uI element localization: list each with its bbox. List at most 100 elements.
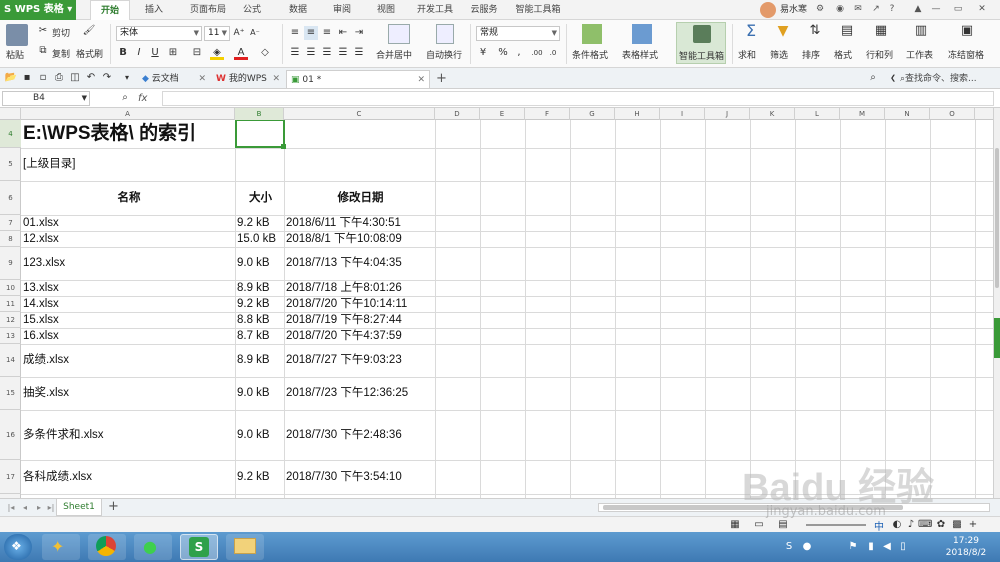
page-break-view-icon[interactable]: ▤ [776, 518, 790, 532]
column-header[interactable]: M [840, 108, 885, 120]
start-button[interactable]: ❖ [4, 534, 32, 560]
cell-grid[interactable]: E:\WPS表格\ 的索引 [上级目录] 名称 大小 修改日期 01.xlsx … [21, 120, 993, 498]
number-format-select[interactable]: 常规 ▼ [476, 26, 560, 41]
align-right-icon[interactable]: ☰ [320, 46, 334, 60]
doc-tab-cloud[interactable]: ◆ 云文档 ✕ [138, 70, 210, 88]
distribute-icon[interactable]: ☰ [352, 46, 366, 60]
search-scope-icon[interactable]: ⌕ [866, 71, 880, 85]
first-sheet-icon[interactable]: |◂ [4, 501, 18, 515]
tray-battery-icon[interactable]: ▯ [896, 540, 910, 554]
zoom-in-icon[interactable]: + [966, 518, 980, 532]
row-header[interactable]: 9 [0, 247, 21, 280]
taskbar-app-wps-spreadsheet[interactable]: S [180, 534, 218, 560]
tab-developer[interactable]: 开发工具 [412, 0, 458, 20]
scrollbar-thumb[interactable] [995, 148, 999, 288]
collapse-ribbon-icon[interactable]: ▲ [912, 3, 924, 15]
row-header[interactable]: 16 [0, 410, 21, 460]
active-cell-selection[interactable] [235, 120, 285, 148]
share-icon[interactable]: ↗ [870, 3, 882, 15]
cut-icon[interactable]: ✂ [36, 24, 50, 38]
freeze-panes-icon[interactable]: ▣ [960, 24, 974, 38]
align-bottom-icon[interactable]: ≡ [320, 26, 334, 40]
tab-home[interactable]: 开始 [90, 0, 130, 20]
file-name-cell[interactable]: 各科成绩.xlsx [21, 460, 92, 494]
zoom-lookup-icon[interactable]: ⌕ [118, 91, 132, 105]
row-header[interactable]: 5 [0, 148, 21, 181]
scrollbar-thumb[interactable] [603, 505, 903, 510]
tray-sogou-icon[interactable]: S [782, 540, 796, 554]
header-name-cell[interactable]: 名称 [21, 181, 235, 215]
tab-cloud-service[interactable]: 云服务 [464, 0, 504, 20]
tab-review[interactable]: 审阅 [326, 0, 358, 20]
file-date-cell[interactable]: 2018/8/1 下午10:08:09 [284, 231, 402, 247]
increase-decimal-icon[interactable]: .00 [530, 46, 544, 60]
column-header[interactable]: E [480, 108, 525, 120]
file-name-cell[interactable]: 12.xlsx [21, 231, 59, 247]
row-column-icon[interactable]: ▦ [874, 24, 888, 38]
taskbar-app-wechat[interactable]: ● [134, 534, 172, 560]
ime-punct-icon[interactable]: ◐ [890, 518, 904, 532]
name-box[interactable]: B4 ▼ [2, 91, 90, 106]
tray-network-icon[interactable]: ▮ [864, 540, 878, 554]
file-date-cell[interactable]: 2018/7/30 下午2:48:36 [284, 410, 402, 460]
taskbar-clock[interactable]: 17:29 2018/8/2 [936, 535, 996, 559]
doc-tab-my-wps[interactable]: W 我的WPS ✕ [212, 70, 284, 88]
quick-access-chevron-icon[interactable]: ▾ [120, 71, 134, 85]
restore-button[interactable]: ▭ [952, 3, 964, 15]
file-date-cell[interactable]: 2018/6/11 下午4:30:51 [284, 215, 401, 231]
column-header[interactable]: K [750, 108, 795, 120]
index-title-cell[interactable]: E:\WPS表格\ 的索引 [21, 120, 196, 148]
file-size-cell[interactable]: 8.8 kB [235, 312, 270, 328]
row-header[interactable]: 12 [0, 312, 21, 328]
table-style-icon[interactable] [632, 24, 652, 44]
font-size-select[interactable]: 11 ▼ [204, 26, 230, 41]
paste-button[interactable]: 粘贴 [6, 48, 24, 61]
align-left-icon[interactable]: ☰ [288, 46, 302, 60]
percent-button[interactable]: % [496, 46, 510, 60]
conditional-format-button[interactable]: 条件格式 [572, 48, 608, 61]
app-menu-button[interactable]: S WPS 表格 ▾ [0, 0, 76, 20]
copy-icon[interactable]: ⧉ [36, 44, 50, 58]
fx-button[interactable]: fx [138, 91, 147, 106]
file-name-cell[interactable]: 成绩.xlsx [21, 344, 69, 377]
file-size-cell[interactable]: 9.2 kB [235, 215, 270, 231]
expand-icon[interactable]: ❮ [886, 71, 900, 85]
format-painter-button[interactable]: 格式刷 [76, 47, 103, 60]
file-size-cell[interactable]: 9.2 kB [235, 460, 270, 494]
file-name-cell[interactable]: 123.xlsx [21, 247, 65, 280]
format-painter-icon[interactable]: 🖌 [82, 24, 96, 38]
wrap-text-button[interactable]: 自动换行 [426, 48, 462, 61]
normal-view-icon[interactable]: ▦ [728, 518, 742, 532]
help-icon[interactable]: ? [886, 3, 898, 15]
side-panel-handle[interactable] [994, 318, 1000, 358]
file-name-cell[interactable]: 01.xlsx [21, 215, 59, 231]
file-date-cell[interactable]: 2018/7/20 下午4:37:59 [284, 328, 402, 344]
tab-view[interactable]: 视图 [370, 0, 402, 20]
file-size-cell[interactable]: 9.0 kB [235, 410, 270, 460]
file-name-cell[interactable]: 14.xlsx [21, 296, 59, 312]
parent-directory-link[interactable]: [上级目录] [21, 148, 75, 181]
paste-icon[interactable] [6, 24, 28, 46]
file-size-cell[interactable]: 15.0 kB [235, 231, 276, 247]
close-icon[interactable]: ✕ [417, 71, 425, 89]
file-date-cell[interactable]: 2018/7/30 下午3:54:10 [284, 460, 402, 494]
taskbar-app-games[interactable]: ✦ [42, 534, 80, 560]
row-header[interactable]: 14 [0, 344, 21, 377]
tray-ime-icon[interactable]: ● [800, 540, 814, 554]
add-sheet-button[interactable]: + [108, 499, 119, 515]
print-preview-icon[interactable]: ◫ [68, 71, 82, 85]
font-color-icon[interactable]: A [234, 46, 248, 60]
row-header[interactable]: 8 [0, 231, 21, 247]
page-layout-view-icon[interactable]: ▭ [752, 518, 766, 532]
row-header[interactable]: 11 [0, 296, 21, 312]
column-header[interactable]: C [284, 108, 435, 120]
row-header[interactable]: 6 [0, 181, 21, 215]
tab-formulas[interactable]: 公式 [236, 0, 268, 20]
file-date-cell[interactable]: 2018/7/23 下午12:36:25 [284, 377, 408, 410]
print-icon[interactable]: ⎙ [52, 71, 66, 85]
wrap-text-icon[interactable] [436, 24, 454, 44]
user-name[interactable]: 易水寒 [780, 0, 807, 20]
border-icon[interactable]: ⊞ [166, 46, 180, 60]
file-date-cell[interactable]: 2018/7/19 下午8:27:44 [284, 312, 402, 328]
row-column-button[interactable]: 行和列 [866, 48, 893, 61]
